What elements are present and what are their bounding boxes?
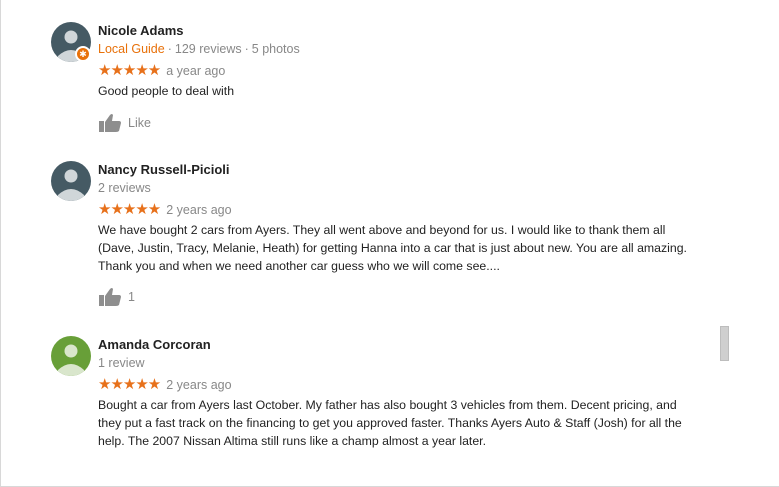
reviewer-meta: 2 reviews: [98, 179, 698, 197]
star-rating: ★★★★★: [98, 201, 161, 218]
reviewer-name[interactable]: Amanda Corcoran: [98, 336, 698, 354]
local-guide-label: Local Guide: [98, 42, 165, 56]
reviews-count: 129 reviews: [174, 42, 242, 56]
review-text: We have bought 2 cars from Ayers. They a…: [98, 223, 687, 273]
review-card: Nancy Russell-Picioli 2 reviews ★★★★★ 2 y…: [51, 161, 701, 311]
like-button[interactable]: Like: [98, 111, 151, 135]
avatar[interactable]: [51, 336, 91, 376]
like-label: Like: [128, 116, 151, 130]
rating-row: ★★★★★ 2 years ago: [98, 199, 698, 221]
local-guide-star-icon: ✱: [75, 46, 91, 62]
avatar[interactable]: [51, 161, 91, 201]
review-card: Amanda Corcoran 1 review ★★★★★ 2 years ag…: [51, 336, 701, 456]
star-rating: ★★★★★: [98, 62, 161, 79]
review-time: a year ago: [166, 64, 226, 78]
person-icon: [51, 161, 91, 201]
review-time: 2 years ago: [166, 203, 232, 217]
person-icon: [51, 336, 91, 376]
rating-row: ★★★★★ a year ago: [98, 60, 698, 82]
like-button[interactable]: 1: [98, 285, 135, 309]
photos-count: 5 photos: [251, 42, 300, 56]
reviewer-name[interactable]: Nancy Russell-Picioli: [98, 161, 698, 179]
reviews-count: 2 reviews: [98, 181, 151, 195]
review-time: 2 years ago: [166, 378, 232, 392]
thumbs-up-icon: [99, 114, 121, 132]
rating-row: ★★★★★ 2 years ago: [98, 374, 698, 396]
like-count: 1: [128, 290, 135, 304]
review-text: Good people to deal with: [98, 84, 235, 98]
reviewer-meta: Local Guide · 129 reviews · 5 photos: [98, 42, 300, 56]
panel-left-border: [0, 0, 1, 487]
reviews-count: 1 review: [98, 356, 145, 370]
review-text: Bought a car from Ayers last October. My…: [98, 398, 682, 448]
thumbs-up-icon: [99, 288, 121, 306]
scrollbar-thumb[interactable]: [720, 326, 729, 361]
star-rating: ★★★★★: [98, 376, 161, 393]
reviewer-meta: 1 review: [98, 354, 698, 372]
reviewer-name[interactable]: Nicole Adams: [98, 22, 698, 40]
review-card: ✱ Nicole Adams Local Guide · 129 reviews · 5…: [51, 22, 701, 142]
